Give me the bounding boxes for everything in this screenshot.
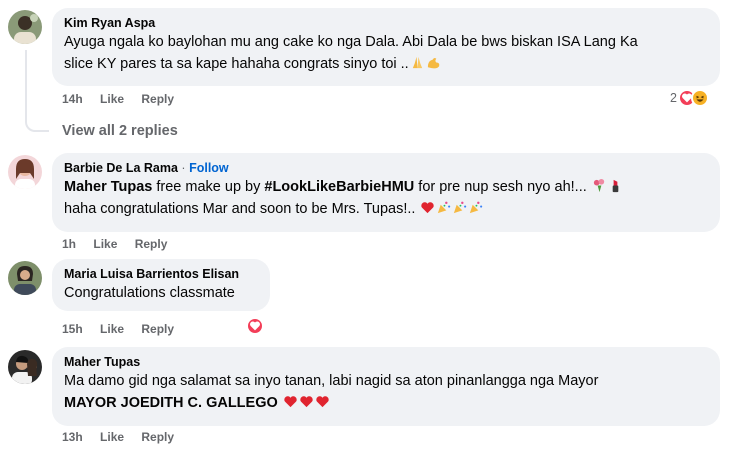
reply-button[interactable]: Reply: [135, 237, 168, 251]
comment-text-line-1: Congratulations classmate: [64, 285, 235, 301]
comment-time[interactable]: 13h: [62, 430, 83, 444]
avatar-maher-tupas[interactable]: [8, 350, 42, 384]
flexed-biceps-emoji: [426, 55, 441, 70]
party-popper-emoji: [452, 200, 467, 215]
reaction-summary[interactable]: [246, 317, 264, 335]
red-heart-emoji: [315, 394, 330, 409]
follow-button[interactable]: Follow: [189, 161, 229, 175]
party-popper-emoji: [436, 200, 451, 215]
party-popper-emoji: [468, 200, 483, 215]
comment-bubble: Kim Ryan Aspa Ayuga ngala ko baylohan mu…: [52, 8, 720, 86]
comment-bubble: Maher Tupas Ma damo gid nga salamat sa i…: [52, 347, 720, 426]
view-all-replies-link[interactable]: View all 2 replies: [62, 123, 178, 139]
comment-actions: 1h Like Reply: [62, 236, 181, 252]
comment-author[interactable]: Kim Ryan Aspa: [64, 15, 708, 31]
lipstick-emoji: [608, 178, 623, 193]
thread-connector: [25, 50, 49, 132]
comment-text: for pre nup sesh nyo ah!...: [414, 179, 591, 195]
follow-separator: ·: [181, 161, 186, 175]
comment-author[interactable]: Maher Tupas: [64, 354, 708, 370]
heart-exclamation-emoji: [420, 200, 435, 215]
like-button[interactable]: Like: [100, 322, 124, 336]
folded-hands-emoji: [410, 55, 425, 70]
hashtag-link[interactable]: #LookLikeBarbieHMU: [264, 179, 414, 195]
reply-button[interactable]: Reply: [141, 92, 174, 106]
comment-actions: 13h Like Reply: [62, 429, 188, 445]
comment-time[interactable]: 14h: [62, 92, 83, 106]
comment-actions: 14h Like Reply: [62, 91, 188, 107]
comment-text-line-2: MAYOR JOEDITH C. GALLEGO: [64, 392, 708, 414]
reply-button[interactable]: Reply: [141, 322, 174, 336]
red-heart-emoji: [283, 394, 298, 409]
avatar-barbie-de-la-rama[interactable]: [8, 155, 42, 189]
comment-text-line-1: Maher Tupas free make up by #LookLikeBar…: [64, 176, 708, 198]
avatar-maria-luisa-barrientos-elisan[interactable]: [8, 261, 42, 295]
red-heart-emoji: [299, 394, 314, 409]
comment-text-line-2: slice KY pares ta sa kape hahaha congrat…: [64, 53, 708, 75]
comment-bubble: Maria Luisa Barrientos Elisan Congratula…: [52, 259, 270, 311]
love-reaction-icon: [246, 317, 264, 335]
comment-text-line-2: haha congratulations Mar and soon to be …: [64, 198, 708, 220]
reply-button[interactable]: Reply: [141, 430, 174, 444]
like-button[interactable]: Like: [100, 92, 124, 106]
mention-link[interactable]: Maher Tupas: [64, 179, 152, 195]
comment-text-line-1: Ayuga ngala ko baylohan mu ang cake ko n…: [64, 34, 638, 50]
comment-text-line-1: Ma damo gid nga salamat sa inyo tanan, l…: [64, 373, 599, 389]
like-button[interactable]: Like: [93, 237, 117, 251]
comment-text: free make up by: [152, 179, 265, 195]
comment-bubble: Barbie De La Rama · Follow Maher Tupas f…: [52, 153, 720, 232]
haha-reaction-icon: [690, 89, 709, 107]
comment-time[interactable]: 15h: [62, 322, 83, 336]
comment-text: haha congratulations Mar and soon to be …: [64, 201, 420, 217]
bouquet-emoji: [592, 178, 607, 193]
comment-author[interactable]: Maria Luisa Barrientos Elisan: [64, 266, 258, 282]
comment-text: MAYOR JOEDITH C. GALLEGO: [64, 395, 282, 411]
like-button[interactable]: Like: [100, 430, 124, 444]
reaction-summary[interactable]: 2: [670, 89, 709, 107]
comment-time[interactable]: 1h: [62, 237, 76, 251]
comment-text: slice KY pares ta sa kape hahaha congrat…: [64, 56, 409, 72]
avatar-kim-ryan-aspa[interactable]: [8, 10, 42, 44]
comment-author[interactable]: Barbie De La Rama: [64, 161, 178, 175]
comment-author-line: Barbie De La Rama · Follow: [64, 160, 708, 176]
reaction-count: 2: [670, 91, 677, 105]
comment-actions: 15h Like Reply: [62, 321, 188, 337]
